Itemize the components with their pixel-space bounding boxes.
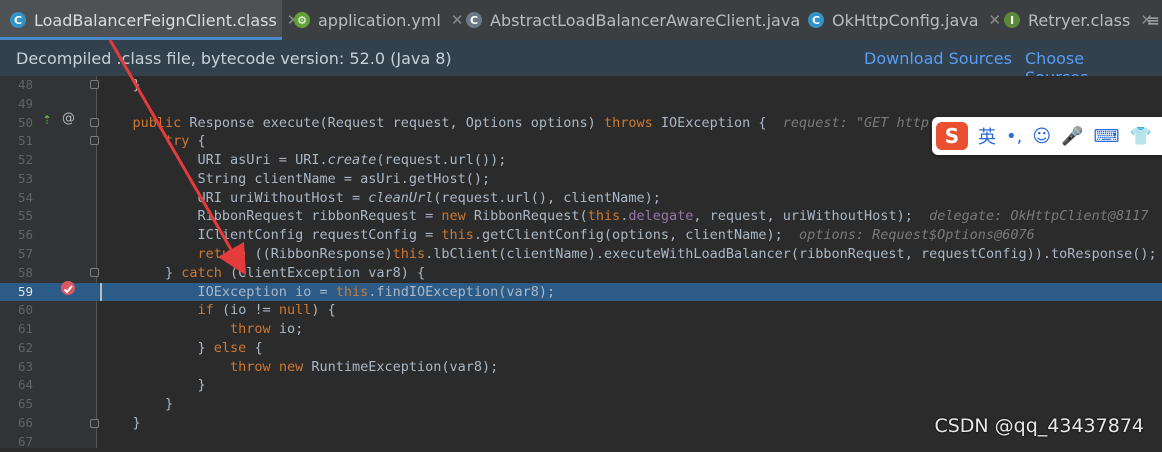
fold-marker-icon[interactable] <box>90 419 99 428</box>
abstract-class-icon: C <box>466 12 482 28</box>
line-number: 52 <box>17 152 33 168</box>
line-number: 63 <box>17 358 33 374</box>
line-number: 53 <box>17 170 33 186</box>
code-text[interactable]: } else { <box>100 339 263 358</box>
code-line-57[interactable]: 57 return ((RibbonResponse)this.lbClient… <box>0 245 1162 264</box>
code-line-61[interactable]: 61 throw io; <box>0 320 1162 339</box>
code-text[interactable]: URI asUri = URI.create(request.url()); <box>100 151 507 170</box>
ime-logo-icon[interactable]: S <box>936 122 968 150</box>
override-icon[interactable]: ⇡ <box>42 114 52 126</box>
code-line-62[interactable]: 62 } else { <box>0 339 1162 358</box>
code-text[interactable]: return ((RibbonResponse)this.lbClient(cl… <box>100 245 1157 264</box>
line-number: 48 <box>17 77 33 92</box>
code-line-58[interactable]: 58 } catch (ClientException var8) { <box>0 264 1162 283</box>
banner-message: Decompiled .class file, bytecode version… <box>16 48 452 68</box>
tab-label: AbstractLoadBalancerAwareClient.java <box>490 10 801 30</box>
skin-icon[interactable]: 👕 <box>1130 126 1152 147</box>
tab-overflow-menu-icon[interactable]: ≡ <box>1147 0 1160 40</box>
emoji-icon[interactable]: ☺ <box>1032 126 1051 147</box>
code-line-64[interactable]: 64 } <box>0 376 1162 395</box>
line-number: 57 <box>17 246 33 262</box>
interface-icon: I <box>1004 12 1020 28</box>
line-number: 54 <box>17 189 33 205</box>
code-line-48[interactable]: 48 } <box>0 76 1162 95</box>
code-line-53[interactable]: 53 String clientName = asUri.getHost(); <box>0 170 1162 189</box>
tab-loadbalancerfeignclient[interactable]: C LoadBalancerFeignClient.class ✕ <box>0 0 299 40</box>
line-number: 62 <box>17 339 33 355</box>
line-number: 55 <box>17 208 33 224</box>
line-number: 64 <box>17 377 33 393</box>
code-text[interactable]: IClientConfig requestConfig = this.getCl… <box>100 226 1035 245</box>
code-text[interactable]: IOException io = this.findIOException(va… <box>100 283 556 302</box>
code-text[interactable]: String clientName = asUri.getHost(); <box>100 170 491 189</box>
tab-abstractloadbalancerawareclient[interactable]: C AbstractLoadBalancerAwareClient.java ✕ <box>456 0 823 40</box>
code-text[interactable]: if (io != null) { <box>100 301 336 320</box>
tab-retryer[interactable]: I Retryer.class ✕ <box>994 0 1153 40</box>
breakpoint-icon[interactable] <box>61 281 75 295</box>
code-line-63[interactable]: 63 throw new RuntimeException(var8); <box>0 358 1162 377</box>
watermark: CSDN @qq_43437874 <box>934 415 1144 437</box>
keyboard-icon[interactable]: ⌨ <box>1094 126 1120 147</box>
tab-label: application.yml <box>318 10 441 30</box>
line-number: 58 <box>17 264 33 280</box>
decompiled-banner: Decompiled .class file, bytecode version… <box>0 40 1162 87</box>
line-number: 59 <box>17 283 33 299</box>
line-number: 67 <box>17 433 33 449</box>
code-text[interactable]: throw io; <box>100 320 303 339</box>
code-text[interactable]: } <box>100 376 206 395</box>
line-number: 50 <box>17 114 33 130</box>
tab-label: OkHttpConfig.java <box>832 10 979 30</box>
line-number: 49 <box>17 95 33 111</box>
annotation-icon[interactable]: @ <box>62 112 75 125</box>
code-line-65[interactable]: 65 } <box>0 395 1162 414</box>
download-sources-link[interactable]: Download Sources <box>864 49 1012 68</box>
line-number: 61 <box>17 321 33 337</box>
code-text[interactable]: RibbonRequest ribbonRequest = new Ribbon… <box>100 207 1162 226</box>
code-line-56[interactable]: 56 IClientConfig requestConfig = this.ge… <box>0 226 1162 245</box>
fold-marker-icon[interactable] <box>90 268 99 277</box>
voice-icon[interactable]: 🎤 <box>1061 126 1083 147</box>
fold-marker-icon[interactable] <box>90 118 99 127</box>
code-text[interactable]: throw new RuntimeException(var8); <box>100 358 498 377</box>
line-number: 56 <box>17 227 33 243</box>
punctuation-icon[interactable]: •, <box>1006 126 1022 147</box>
code-line-49[interactable]: 49 <box>0 95 1162 114</box>
yml-leaf-gear-icon: ⚙ <box>294 12 310 28</box>
code-text[interactable]: } <box>100 395 173 414</box>
code-line-60[interactable]: 60 if (io != null) { <box>0 301 1162 320</box>
code-line-59[interactable]: 59 IOException io = this.findIOException… <box>0 282 1162 302</box>
tab-application-yml[interactable]: ⚙ application.yml ✕ <box>284 0 463 40</box>
line-number: 51 <box>17 133 33 149</box>
code-text[interactable]: try { <box>100 132 206 151</box>
lang-toggle-icon[interactable]: 英 <box>978 123 996 149</box>
code-line-55[interactable]: 55 RibbonRequest ribbonRequest = new Rib… <box>0 207 1162 226</box>
text-caret <box>100 282 102 301</box>
class-file-icon: C <box>10 12 26 28</box>
line-number: 60 <box>17 302 33 318</box>
code-line-54[interactable]: 54 URI uriWithoutHost = cleanUrl(request… <box>0 189 1162 208</box>
line-number: 65 <box>17 396 33 412</box>
tab-label: LoadBalancerFeignClient.class <box>34 10 277 30</box>
tab-okhttpconfig[interactable]: C OkHttpConfig.java ✕ <box>798 0 1001 40</box>
line-number: 66 <box>17 415 33 431</box>
fold-marker-icon[interactable] <box>90 136 99 145</box>
tab-label: Retryer.class <box>1028 10 1131 30</box>
class-icon: C <box>808 12 824 28</box>
code-text[interactable]: } <box>100 76 141 95</box>
fold-marker-icon[interactable] <box>90 80 99 89</box>
code-text[interactable]: } catch (ClientException var8) { <box>100 264 425 283</box>
code-text[interactable]: } <box>100 414 141 433</box>
ime-toolbar[interactable]: S 英 •, ☺ 🎤 ⌨ 👕 <box>932 117 1162 155</box>
code-text[interactable]: URI uriWithoutHost = cleanUrl(request.ur… <box>100 189 661 208</box>
editor-tab-bar: C LoadBalancerFeignClient.class ✕ ⚙ appl… <box>0 0 1162 41</box>
